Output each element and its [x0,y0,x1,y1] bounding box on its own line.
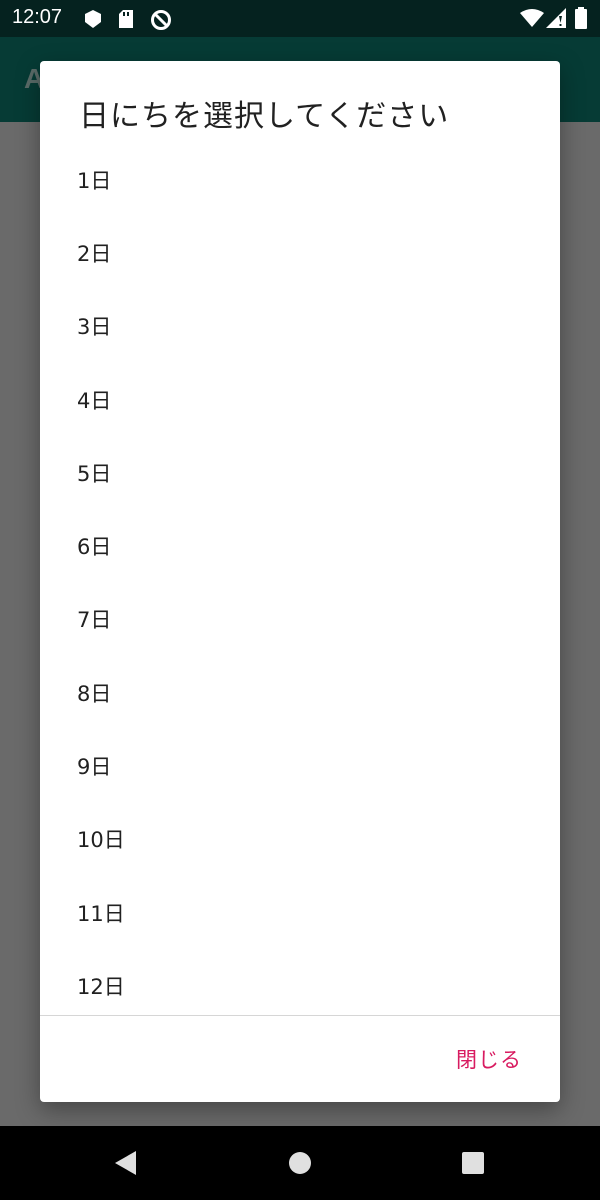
dialog-title: 日にちを選択してください [79,99,450,134]
list-item-day-2[interactable]: 2日 [40,216,560,289]
list-item-day-3[interactable]: 3日 [40,290,560,363]
day-list[interactable]: 1日 2日 3日 4日 5日 6日 7日 8日 9日 10日 11日 12日 [40,143,560,1015]
shield-icon [84,9,102,33]
dialog-divider [40,1015,560,1016]
status-time: 12:07 [12,6,63,28]
home-icon[interactable] [288,1150,312,1180]
list-item-day-10[interactable]: 10日 [40,803,560,876]
list-item-day-6[interactable]: 6日 [40,509,560,582]
navigation-bar [0,1126,600,1200]
status-bar: 12:07 [0,0,600,37]
list-item-day-4[interactable]: 4日 [40,363,560,436]
recents-icon[interactable] [461,1150,485,1180]
list-item-day-1[interactable]: 1日 [40,143,560,216]
no-sign-icon [150,9,172,35]
list-item-day-9[interactable]: 9日 [40,729,560,802]
list-item-day-11[interactable]: 11日 [40,876,560,949]
list-item-day-12[interactable]: 12日 [40,949,560,1015]
cell-signal-icon [546,8,566,32]
sd-card-icon [118,9,134,33]
list-item-day-5[interactable]: 5日 [40,436,560,509]
close-button[interactable]: 閉じる [444,1039,534,1079]
list-item-day-8[interactable]: 8日 [40,656,560,729]
list-item-day-7[interactable]: 7日 [40,583,560,656]
date-picker-dialog: 日にちを選択してください 1日 2日 3日 4日 5日 6日 7日 8日 9日 … [40,61,560,1102]
battery-icon [575,7,587,33]
back-icon[interactable] [114,1150,138,1180]
wifi-icon [520,8,544,32]
